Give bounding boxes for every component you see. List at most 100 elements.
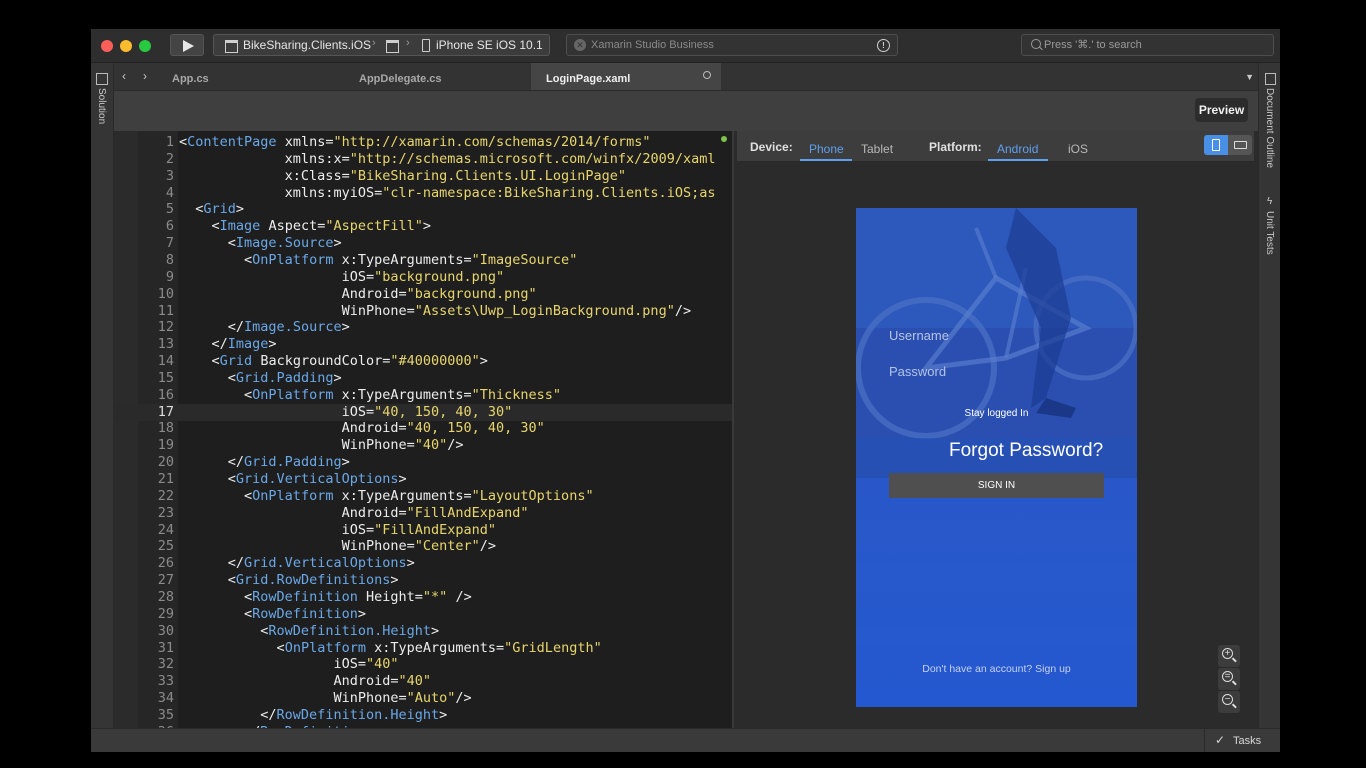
- code-text[interactable]: Android="40": [179, 673, 431, 690]
- code-line[interactable]: 28 <RowDefinition Height="*" />: [114, 589, 732, 606]
- search-input[interactable]: [1044, 37, 1264, 53]
- code-line[interactable]: 31 <OnPlatform x:TypeArguments="GridLeng…: [114, 640, 732, 657]
- code-line[interactable]: 27 <Grid.RowDefinitions>: [114, 572, 732, 589]
- code-text[interactable]: WinPhone="Auto"/>: [179, 690, 471, 707]
- forgot-password-link[interactable]: Forgot Password?: [949, 440, 1103, 462]
- code-line[interactable]: 5 <Grid>: [114, 201, 732, 218]
- tab-app-cs[interactable]: App.cs: [157, 63, 344, 90]
- code-line[interactable]: 12 </Image.Source>: [114, 319, 732, 336]
- code-line[interactable]: 11 WinPhone="Assets\Uwp_LoginBackground.…: [114, 303, 732, 320]
- code-text[interactable]: xmlns:x="http://schemas.microsoft.com/wi…: [179, 151, 716, 168]
- platform-option-android[interactable]: Android: [988, 134, 1048, 161]
- zoom-in-button[interactable]: +: [1218, 645, 1240, 667]
- target-device[interactable]: iPhone SE iOS 10.1: [436, 38, 543, 52]
- close-tab-icon[interactable]: [703, 71, 711, 79]
- code-line[interactable]: 33 Android="40": [114, 673, 732, 690]
- code-line[interactable]: 4 xmlns:myiOS="clr-namespace:BikeSharing…: [114, 185, 732, 202]
- zoom-window-button[interactable]: [139, 40, 151, 52]
- zoom-out-button[interactable]: −: [1218, 691, 1240, 713]
- code-text[interactable]: xmlns:myiOS="clr-namespace:BikeSharing.C…: [179, 185, 716, 202]
- code-text[interactable]: x:Class="BikeSharing.Clients.UI.LoginPag…: [179, 168, 626, 185]
- code-text[interactable]: <OnPlatform x:TypeArguments="ImageSource…: [179, 252, 577, 269]
- code-line[interactable]: 8 <OnPlatform x:TypeArguments="ImageSour…: [114, 252, 732, 269]
- code-line[interactable]: 9 iOS="background.png": [114, 269, 732, 286]
- code-line[interactable]: 14 <Grid BackgroundColor="#40000000">: [114, 353, 732, 370]
- search-box[interactable]: [1021, 34, 1274, 56]
- code-line[interactable]: 3 x:Class="BikeSharing.Clients.UI.LoginP…: [114, 168, 732, 185]
- tab-appdelegate-cs[interactable]: AppDelegate.cs: [344, 63, 531, 90]
- code-line[interactable]: 30 <RowDefinition.Height>: [114, 623, 732, 640]
- tab-overflow-icon[interactable]: ▼: [1245, 72, 1254, 82]
- code-text[interactable]: <Image.Source>: [179, 235, 342, 252]
- code-text[interactable]: iOS="FillAndExpand": [179, 522, 496, 539]
- code-line[interactable]: 25 WinPhone="Center"/>: [114, 538, 732, 555]
- code-text[interactable]: </Image>: [179, 336, 277, 353]
- code-text[interactable]: iOS="40": [179, 656, 398, 673]
- code-line[interactable]: 21 <Grid.VerticalOptions>: [114, 471, 732, 488]
- code-text[interactable]: <Grid.VerticalOptions>: [179, 471, 407, 488]
- code-line[interactable]: 15 <Grid.Padding>: [114, 370, 732, 387]
- preview-button[interactable]: Preview: [1195, 98, 1248, 122]
- portrait-icon[interactable]: [1204, 135, 1228, 155]
- code-editor[interactable]: 1 <ContentPage xmlns="http://xamarin.com/…: [114, 131, 732, 728]
- code-text[interactable]: <Grid.Padding>: [179, 370, 342, 387]
- document-outline-tab[interactable]: Document Outline: [1264, 88, 1275, 168]
- code-text[interactable]: <OnPlatform x:TypeArguments="Thickness": [179, 387, 561, 404]
- orientation-toggle[interactable]: [1204, 135, 1252, 155]
- code-line[interactable]: 13 </Image>: [114, 336, 732, 353]
- solution-pad-tab[interactable]: Solution: [96, 88, 107, 124]
- run-button[interactable]: [170, 34, 204, 56]
- close-window-button[interactable]: [101, 40, 113, 52]
- code-line[interactable]: 7 <Image.Source>: [114, 235, 732, 252]
- code-text[interactable]: </Grid.Padding>: [179, 454, 350, 471]
- code-text[interactable]: WinPhone="40"/>: [179, 437, 464, 454]
- code-line[interactable]: 23 Android="FillAndExpand": [114, 505, 732, 522]
- code-text[interactable]: </Grid.VerticalOptions>: [179, 555, 415, 572]
- code-text[interactable]: <RowDefinition>: [179, 606, 366, 623]
- code-line[interactable]: 32 iOS="40": [114, 656, 732, 673]
- code-text[interactable]: Android="FillAndExpand": [179, 505, 529, 522]
- project-name[interactable]: BikeSharing.Clients.iOS: [243, 38, 371, 52]
- code-line[interactable]: 17 iOS="40, 150, 40, 30": [114, 403, 732, 421]
- landscape-icon[interactable]: [1228, 135, 1252, 155]
- tab-loginpage-xaml[interactable]: LoginPage.xaml: [531, 63, 721, 90]
- code-line[interactable]: 22 <OnPlatform x:TypeArguments="LayoutOp…: [114, 488, 732, 505]
- code-line[interactable]: 16 <OnPlatform x:TypeArguments="Thicknes…: [114, 387, 732, 404]
- configuration-icon[interactable]: [386, 40, 399, 53]
- code-text[interactable]: <Grid.RowDefinitions>: [179, 572, 399, 589]
- zoom-fit-button[interactable]: =: [1218, 668, 1240, 690]
- code-text[interactable]: WinPhone="Assets\Uwp_LoginBackground.png…: [179, 303, 692, 320]
- code-text[interactable]: </Image.Source>: [179, 319, 350, 336]
- username-field[interactable]: Username: [889, 328, 949, 343]
- chevron-left-icon[interactable]: ‹: [122, 69, 126, 83]
- code-text[interactable]: <Grid BackgroundColor="#40000000">: [179, 353, 488, 370]
- run-configuration-selector[interactable]: BikeSharing.Clients.iOS › › iPhone SE iO…: [213, 34, 550, 56]
- code-line[interactable]: 1 <ContentPage xmlns="http://xamarin.com/…: [114, 134, 732, 151]
- code-line[interactable]: 24 iOS="FillAndExpand": [114, 522, 732, 539]
- code-line[interactable]: 26 </Grid.VerticalOptions>: [114, 555, 732, 572]
- code-line[interactable]: 29 <RowDefinition>: [114, 606, 732, 623]
- code-text[interactable]: <Image Aspect="AspectFill">: [179, 218, 432, 235]
- stay-logged-in-toggle[interactable]: Stay logged In: [856, 408, 1137, 419]
- device-option-tablet[interactable]: Tablet: [852, 134, 907, 161]
- password-field[interactable]: Password: [889, 364, 946, 379]
- unit-tests-icon[interactable]: ϟ: [1267, 196, 1272, 207]
- sign-up-link[interactable]: Don't have an account? Sign up: [856, 663, 1137, 675]
- code-text[interactable]: <OnPlatform x:TypeArguments="GridLength": [179, 640, 602, 657]
- platform-option-ios[interactable]: iOS: [1059, 134, 1095, 161]
- code-text[interactable]: <RowDefinition.Height>: [179, 623, 439, 640]
- code-text[interactable]: <RowDefinition Height="*" />: [179, 589, 472, 606]
- chevron-right-icon[interactable]: ›: [143, 69, 147, 83]
- code-text[interactable]: WinPhone="Center"/>: [179, 538, 496, 555]
- minimize-window-button[interactable]: [120, 40, 132, 52]
- solution-icon[interactable]: [96, 73, 108, 85]
- code-text[interactable]: <Grid>: [179, 201, 244, 218]
- code-text[interactable]: </RowDefinition.Height>: [179, 707, 447, 724]
- code-text[interactable]: Android="background.png": [179, 286, 537, 303]
- code-text[interactable]: <OnPlatform x:TypeArguments="LayoutOptio…: [179, 488, 594, 505]
- code-line[interactable]: 35 </RowDefinition.Height>: [114, 707, 732, 724]
- code-line[interactable]: 34 WinPhone="Auto"/>: [114, 690, 732, 707]
- code-line[interactable]: 18 Android="40, 150, 40, 30": [114, 420, 732, 437]
- info-icon[interactable]: !: [877, 39, 890, 52]
- code-text[interactable]: iOS="40, 150, 40, 30": [179, 404, 513, 421]
